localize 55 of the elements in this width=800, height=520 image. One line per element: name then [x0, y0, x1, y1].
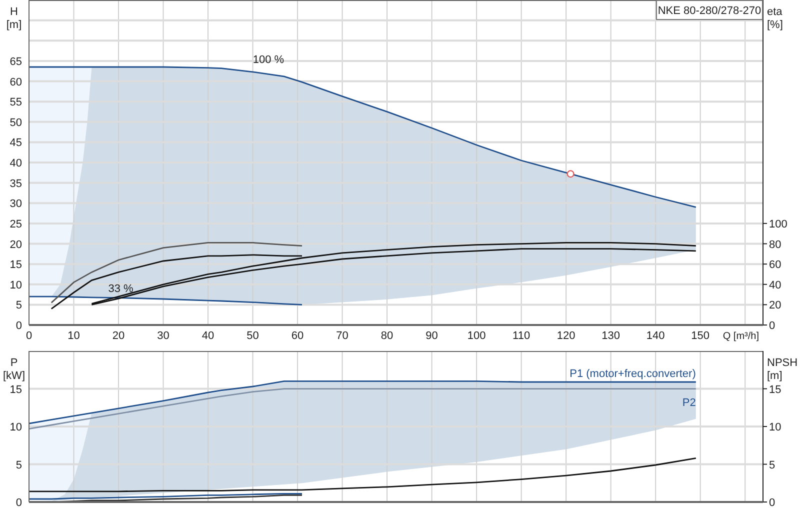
tick-label: 150 — [691, 330, 710, 342]
axis-title: H [m] — [6, 6, 22, 31]
tick-label: 50 — [246, 330, 259, 342]
tick-label: 40 — [769, 279, 782, 292]
tick-label: 65 — [10, 56, 22, 68]
tick-label: 60 — [291, 330, 304, 342]
tick-label: 30 — [10, 198, 22, 210]
tick-label: 35 — [10, 178, 22, 190]
tick-label: 45 — [10, 137, 22, 150]
curve-label: P1 (motor+freq.converter) — [570, 368, 696, 380]
tick-label: 5 — [16, 300, 22, 312]
tick-label: 10 — [10, 422, 22, 434]
tick-label: 20 — [769, 300, 782, 312]
tick-label: 15 — [10, 384, 22, 396]
tick-label: 100 — [467, 330, 486, 342]
tick-label: 0 — [769, 320, 776, 332]
curve-label: 33 % — [108, 282, 134, 295]
tick-label: 0 — [16, 497, 22, 509]
tick-label: 80 — [380, 330, 394, 342]
tick-label: 60 — [10, 76, 22, 88]
tick-label: 5 — [769, 459, 776, 472]
chart-title: NKE 80-280/278-270 — [658, 5, 762, 17]
tick-label: 110 — [512, 330, 530, 342]
tick-label: 140 — [646, 330, 665, 342]
tick-label: 25 — [10, 218, 22, 230]
tick-label: 20 — [10, 238, 22, 251]
tick-label: 130 — [602, 330, 620, 342]
tick-label: 20 — [112, 330, 125, 342]
axis-title: Q [m³/h] — [722, 331, 759, 342]
tick-label: 60 — [769, 259, 782, 272]
tick-label: 10 — [10, 279, 22, 292]
axis-title: P [kW] — [3, 357, 25, 382]
axis-title: NPSH [m] — [767, 357, 798, 382]
tick-label: 0 — [26, 330, 32, 342]
tick-label: 90 — [426, 330, 438, 342]
chart-title: NKE 80-280/278-270 — [656, 0, 763, 20]
tick-label: 70 — [336, 330, 348, 342]
tick-label: 40 — [202, 330, 214, 342]
tick-label: 10 — [769, 422, 782, 434]
tick-label: 10 — [68, 330, 80, 342]
axis-title: eta [%] — [767, 6, 783, 31]
curve-label: P2 — [682, 396, 696, 409]
curve-label: 100 % — [252, 54, 284, 66]
tick-label: 15 — [10, 259, 22, 272]
tick-label: 0 — [769, 497, 776, 509]
tick-label: 5 — [16, 459, 22, 472]
tick-label: 50 — [10, 116, 22, 129]
tick-label: 15 — [769, 384, 782, 396]
tick-label: 80 — [769, 238, 782, 251]
tick-label: 100 — [769, 218, 788, 230]
tick-label: 0 — [16, 320, 22, 332]
tick-label: 30 — [157, 330, 170, 342]
tick-label: 55 — [10, 96, 22, 109]
tick-label: 40 — [10, 158, 22, 170]
tick-label: 120 — [556, 330, 576, 342]
